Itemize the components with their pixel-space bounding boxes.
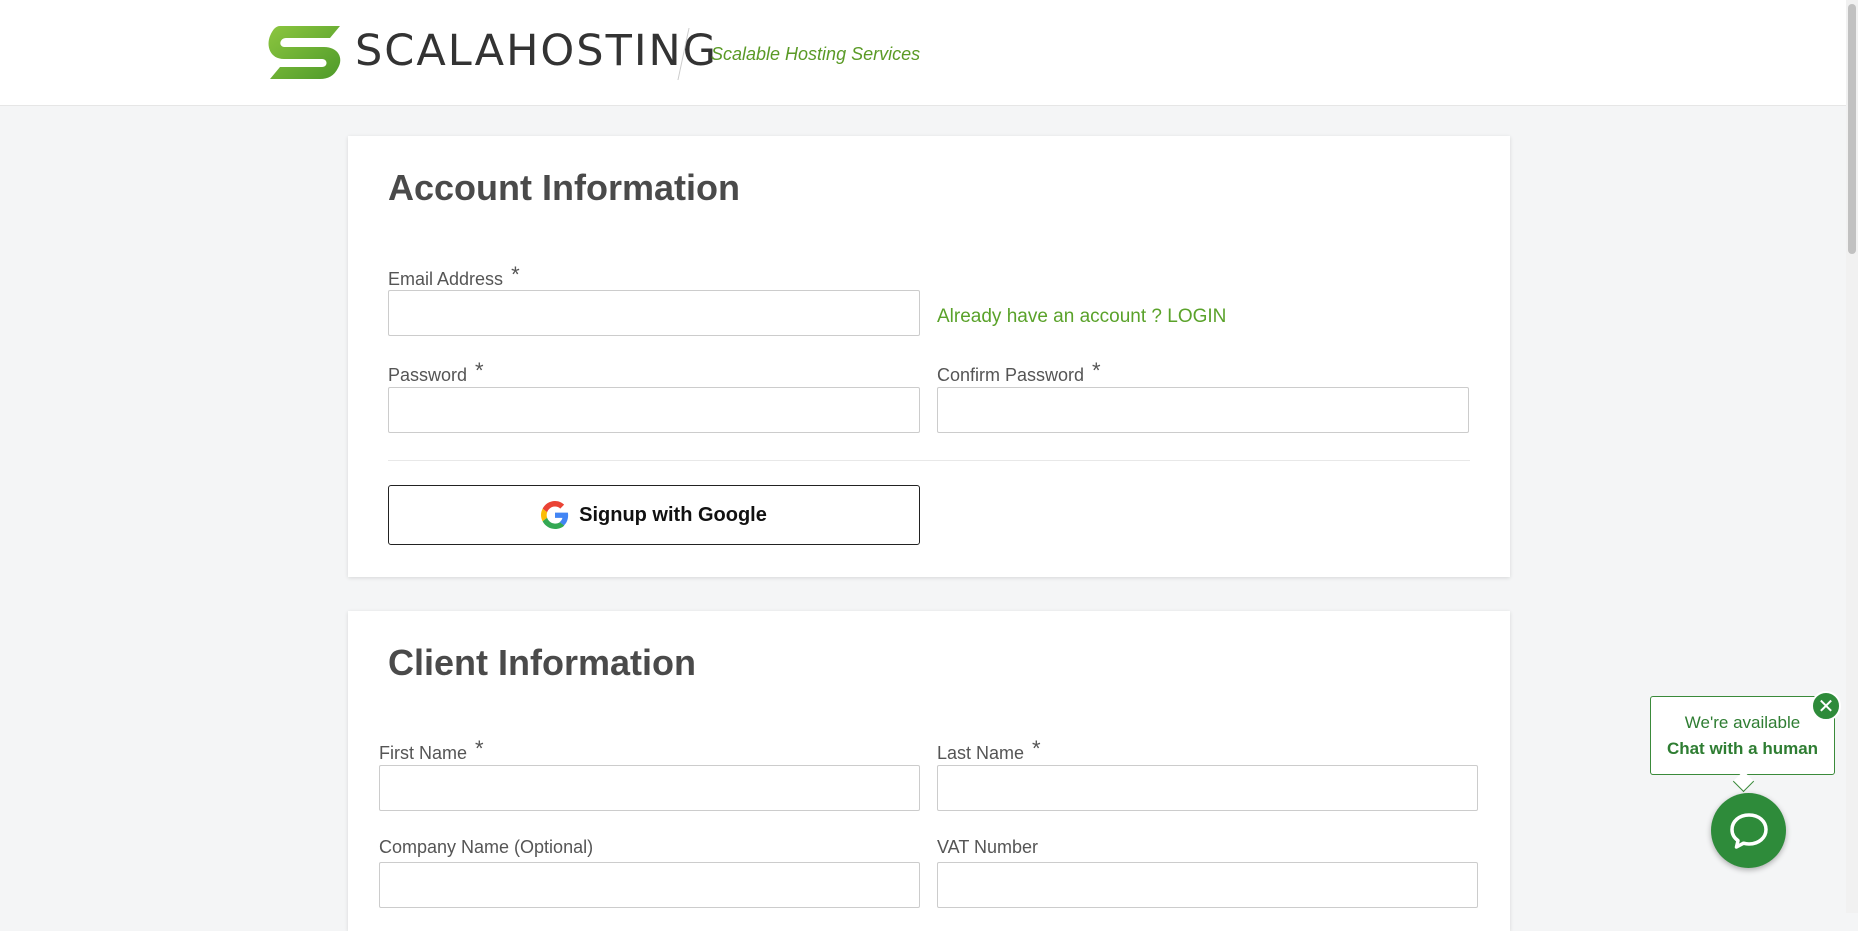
required-marker: * (475, 358, 484, 383)
last-name-field[interactable] (937, 765, 1478, 811)
password-field[interactable] (388, 387, 920, 433)
close-icon[interactable]: ✕ (1811, 691, 1841, 721)
required-marker: * (511, 262, 520, 287)
scalahosting-logo-icon[interactable] (266, 24, 344, 81)
scrollbar-thumb[interactable] (1848, 4, 1856, 254)
email-field[interactable] (388, 290, 920, 336)
account-section-title: Account Information (388, 167, 740, 208)
vat-number-label: VAT Number (937, 837, 1039, 857)
chat-icon (1729, 812, 1768, 849)
email-label: Email Address * (388, 262, 520, 289)
site-header: SCALAHOSTING Scalable Hosting Services (0, 0, 1858, 106)
confirm-password-field[interactable] (937, 387, 1469, 433)
chat-invite-bubble[interactable]: We're available Chat with a human (1650, 696, 1835, 775)
signup-with-google-button[interactable]: Signup with Google (388, 485, 920, 545)
google-button-label: Signup with Google (579, 503, 767, 526)
required-marker: * (1092, 358, 1101, 383)
company-name-field[interactable] (379, 862, 920, 908)
company-name-label: Company Name (Optional) (379, 837, 594, 857)
client-information-card: Client Information First Name * Last Name… (348, 611, 1510, 931)
chat-availability-text: We're available (1684, 713, 1801, 732)
page-scrollbar[interactable] (1846, 0, 1858, 913)
login-link[interactable]: Already have an account ? LOGIN (937, 306, 1226, 328)
first-name-label: First Name * (379, 736, 484, 763)
account-information-card: Account Information Email Address * Alrea… (348, 136, 1510, 577)
brand-name: SCALAHOSTING (355, 26, 719, 76)
google-icon (541, 501, 569, 529)
required-marker: * (1032, 736, 1041, 761)
confirm-password-label: Confirm Password * (937, 358, 1101, 385)
password-label: Password * (388, 358, 484, 385)
brand-tagline: Scalable Hosting Services (711, 44, 921, 64)
first-name-field[interactable] (379, 765, 920, 811)
last-name-label: Last Name * (937, 736, 1041, 763)
chat-with-human-text[interactable]: Chat with a human (1651, 739, 1834, 759)
client-section-title: Client Information (388, 642, 696, 683)
section-divider (388, 460, 1470, 461)
chat-launcher-button[interactable] (1711, 793, 1786, 868)
required-marker: * (475, 736, 484, 761)
vat-number-field[interactable] (937, 862, 1478, 908)
